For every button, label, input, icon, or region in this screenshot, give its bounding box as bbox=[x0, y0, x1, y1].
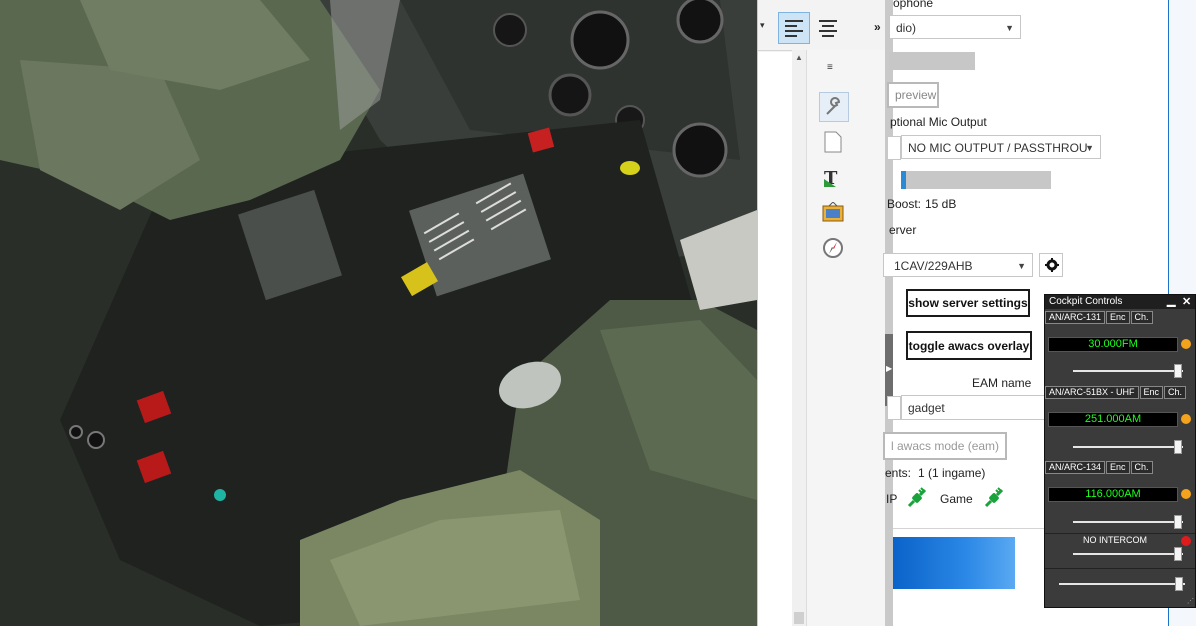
microphone-device-value: dio) bbox=[896, 21, 917, 35]
game-label: Game bbox=[940, 492, 973, 506]
awacs-mode-label: l awacs mode (eam) bbox=[891, 439, 1000, 453]
wrench-icon[interactable] bbox=[819, 92, 849, 122]
intercom-label: NO INTERCOM bbox=[1083, 535, 1147, 545]
chevron-down-icon: ▼ bbox=[1085, 143, 1094, 153]
mic-output-level-meter bbox=[901, 171, 1051, 189]
radio-3-enc-button[interactable]: Enc bbox=[1106, 461, 1130, 474]
server-label: erver bbox=[889, 223, 917, 237]
clients-label: ents: bbox=[885, 466, 912, 480]
clients-value: 1 (1 ingame) bbox=[918, 466, 986, 480]
text-tool-icon[interactable]: T bbox=[821, 166, 845, 190]
voip-label: IP bbox=[886, 492, 898, 506]
page-icon[interactable] bbox=[821, 130, 845, 154]
voip-connected-plug-icon bbox=[907, 487, 927, 508]
document-scrollbar[interactable]: ▲ bbox=[792, 50, 806, 626]
radio-2-name[interactable]: AN/ARC-51BX - UHF bbox=[1045, 386, 1139, 399]
picture-frame-icon[interactable] bbox=[821, 200, 845, 224]
document-pane: ▾ » ▲ ≡ T bbox=[757, 0, 887, 626]
radio-2-channel-button[interactable]: Ch. bbox=[1164, 386, 1187, 399]
game-connected-plug-icon bbox=[984, 487, 1004, 508]
radio-1-status-led[interactable] bbox=[1181, 339, 1191, 349]
document-page[interactable] bbox=[758, 52, 793, 626]
scroll-up-icon[interactable]: ▲ bbox=[795, 53, 803, 62]
align-left-icon bbox=[785, 17, 803, 40]
cockpit-view bbox=[0, 0, 757, 626]
chevron-down-icon: ▼ bbox=[1005, 23, 1014, 33]
radio-2-header: AN/ARC-51BX - UHF Enc Ch. bbox=[1045, 386, 1187, 399]
radio-2-volume-thumb[interactable] bbox=[1173, 440, 1182, 454]
eam-name-value: gadget bbox=[908, 401, 945, 415]
align-left-button[interactable] bbox=[778, 12, 810, 44]
radio-3-status-led[interactable] bbox=[1181, 489, 1191, 499]
mic-output-value: NO MIC OUTPUT / PASSTHROU bbox=[908, 141, 1088, 155]
master-divider bbox=[1045, 568, 1195, 569]
radio-1-frequency[interactable]: 30.000FM bbox=[1048, 337, 1178, 352]
divider bbox=[893, 528, 1045, 529]
radio-2-frequency[interactable]: 251.000AM bbox=[1048, 412, 1178, 427]
cockpit-controls-overlay[interactable]: Cockpit Controls ▁ ✕ AN/ARC-131 Enc Ch. … bbox=[1044, 294, 1196, 608]
eam-name-input[interactable]: gadget bbox=[901, 395, 1051, 420]
boost-value: 15 dB bbox=[925, 197, 957, 211]
close-button[interactable]: ✕ bbox=[1182, 295, 1191, 308]
server-select[interactable]: 1CAV/229AHB ▼ bbox=[883, 253, 1033, 277]
radio-3-volume-slider[interactable] bbox=[1073, 515, 1183, 529]
microphone-label: ophone bbox=[893, 0, 934, 10]
mic-output-aux-box[interactable] bbox=[887, 136, 901, 160]
cockpit-scene bbox=[0, 0, 757, 626]
gear-icon bbox=[1045, 258, 1059, 272]
show-server-settings-button[interactable]: show server settings bbox=[906, 289, 1030, 317]
radio-1-channel-button[interactable]: Ch. bbox=[1130, 311, 1153, 324]
align-center-button[interactable] bbox=[812, 12, 844, 44]
scroll-thumb[interactable] bbox=[794, 612, 804, 624]
radio-1-header: AN/ARC-131 Enc Ch. bbox=[1045, 311, 1153, 324]
awacs-mode-button[interactable]: l awacs mode (eam) bbox=[883, 432, 1007, 460]
radio-1-enc-button[interactable]: Enc bbox=[1106, 311, 1130, 324]
optional-mic-output-label: ptional Mic Output bbox=[890, 115, 987, 129]
intercom-volume-slider[interactable] bbox=[1073, 547, 1183, 561]
radio-2-volume-slider[interactable] bbox=[1073, 440, 1183, 454]
eam-name-label: EAM name bbox=[972, 376, 1032, 390]
eam-password-box[interactable] bbox=[887, 396, 901, 420]
radio-3-frequency[interactable]: 116.000AM bbox=[1048, 487, 1178, 502]
compass-icon[interactable] bbox=[821, 236, 845, 260]
radio-3-header: AN/ARC-134 Enc Ch. bbox=[1045, 461, 1153, 474]
toggle-awacs-overlay-button[interactable]: toggle awacs overlay bbox=[906, 331, 1032, 360]
resize-grip-icon[interactable]: ⋰ bbox=[1187, 597, 1194, 605]
align-center-icon bbox=[819, 17, 837, 40]
intercom-divider bbox=[1045, 533, 1195, 534]
radio-3-name[interactable]: AN/ARC-134 bbox=[1045, 461, 1106, 474]
tool-strip: ≡ T bbox=[806, 50, 887, 626]
cockpit-controls-title: Cockpit Controls bbox=[1049, 296, 1123, 307]
dropdown-arrow-icon[interactable]: ▾ bbox=[760, 20, 765, 31]
mic-output-level-fill bbox=[901, 171, 906, 189]
minimize-button[interactable]: ▁ bbox=[1167, 294, 1175, 307]
master-volume-thumb[interactable] bbox=[1174, 577, 1183, 591]
more-options-button[interactable]: » bbox=[874, 20, 881, 34]
radio-3-channel-button[interactable]: Ch. bbox=[1130, 461, 1153, 474]
mic-output-select[interactable]: NO MIC OUTPUT / PASSTHROU ▼ bbox=[901, 135, 1101, 159]
boost-label: Boost: bbox=[887, 197, 922, 211]
master-volume-slider[interactable] bbox=[1059, 577, 1185, 591]
server-settings-gear-button[interactable] bbox=[1039, 253, 1063, 277]
expand-arrow-icon: ▶ bbox=[886, 364, 893, 373]
mic-level-meter bbox=[889, 52, 975, 70]
desktop-background-strip bbox=[893, 537, 1015, 589]
microphone-device-select[interactable]: dio) ▼ bbox=[889, 15, 1021, 39]
cockpit-controls-titlebar[interactable]: Cockpit Controls ▁ ✕ bbox=[1045, 295, 1195, 309]
chevron-down-icon: ▼ bbox=[1017, 261, 1026, 271]
radio-2-enc-button[interactable]: Enc bbox=[1139, 386, 1164, 399]
radio-1-name[interactable]: AN/ARC-131 bbox=[1045, 311, 1106, 324]
radio-1-volume-slider[interactable] bbox=[1073, 364, 1183, 378]
panel-menu-icon[interactable]: ≡ bbox=[827, 62, 833, 73]
ribbon: ▾ » bbox=[758, 0, 886, 51]
preview-button[interactable]: preview bbox=[887, 82, 939, 108]
radio-1-volume-thumb[interactable] bbox=[1173, 364, 1182, 378]
intercom-volume-thumb[interactable] bbox=[1173, 547, 1182, 561]
server-value: 1CAV/229AHB bbox=[894, 259, 973, 273]
preview-label: preview bbox=[895, 88, 937, 102]
intercom-status-led[interactable] bbox=[1181, 536, 1191, 546]
radio-3-volume-thumb[interactable] bbox=[1173, 515, 1182, 529]
radio-2-status-led[interactable] bbox=[1181, 414, 1191, 424]
